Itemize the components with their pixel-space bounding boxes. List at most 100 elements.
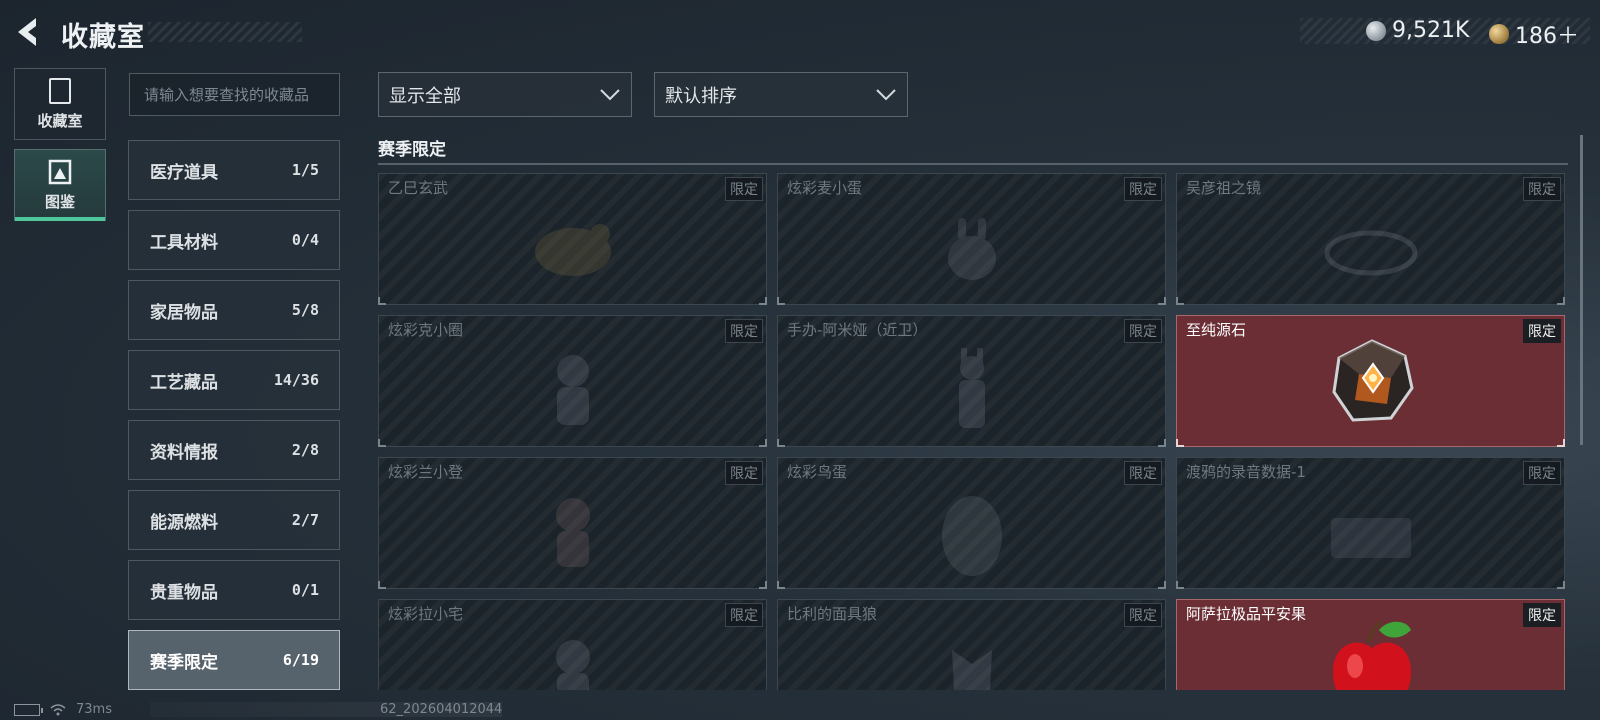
egg-icon [941, 496, 1002, 577]
mirror-icon [1324, 230, 1417, 276]
limited-badge: 限定 [1124, 461, 1162, 485]
rail-tab-label: 图鉴 [44, 192, 75, 211]
page-title: 收藏室 [61, 22, 145, 53]
category-count: 0/4 [291, 231, 319, 249]
silver-coin-icon [1366, 20, 1386, 41]
limited-badge: 限定 [1523, 177, 1561, 201]
apple-icon [1333, 620, 1411, 690]
category-tools[interactable]: 工具材料 0/4 [128, 210, 340, 270]
category-count: 14/36 [273, 371, 319, 389]
item-name: 炫彩拉小宅 [388, 605, 464, 623]
rail-tab-label: 收藏室 [37, 111, 83, 130]
silver-currency: 9,521K [1366, 18, 1469, 43]
figurine-icon [958, 348, 985, 429]
section-divider [378, 163, 1568, 165]
wolf-mask-icon [951, 650, 992, 690]
item-card[interactable]: 比利的面具狼 限定 [777, 599, 1166, 690]
search-input[interactable] [129, 73, 340, 116]
category-medical[interactable]: 医疗道具 1/5 [128, 140, 340, 200]
category-name: 医疗道具 [150, 162, 218, 183]
scrollbar[interactable] [1580, 135, 1583, 445]
category-name: 工具材料 [150, 232, 218, 253]
codex-icon [48, 159, 72, 184]
figure-icon [555, 498, 590, 568]
filter-value: 显示全部 [389, 85, 461, 107]
item-name: 阿萨拉极品平安果 [1186, 605, 1307, 623]
category-count: 0/1 [291, 581, 319, 599]
turtle-figure-icon [534, 224, 611, 277]
item-name: 渡鸦的录音数据-1 [1186, 463, 1306, 481]
back-icon[interactable] [14, 16, 46, 48]
category-intel[interactable]: 资料情报 2/8 [128, 420, 340, 480]
item-name: 炫彩克小圈 [388, 321, 464, 339]
category-season-limited[interactable]: 赛季限定 6/19 [128, 630, 340, 690]
limited-badge: 限定 [1124, 603, 1162, 627]
item-name: 炫彩麦小蛋 [787, 179, 863, 197]
item-name: 乙巳玄武 [388, 179, 449, 197]
filter-dropdown[interactable]: 显示全部 [378, 72, 632, 117]
bunny-figure-icon [947, 218, 996, 281]
item-name: 比利的面具狼 [787, 605, 878, 623]
item-name: 手办-阿米娅（近卫） [787, 321, 928, 339]
category-count: 6/19 [282, 651, 319, 669]
limited-badge: 限定 [1523, 319, 1561, 343]
category-name: 贵重物品 [150, 582, 218, 603]
limited-badge: 限定 [1124, 177, 1162, 201]
limited-badge: 限定 [1124, 319, 1162, 343]
category-name: 能源燃料 [150, 512, 218, 533]
chevron-down-icon [876, 88, 896, 100]
status-bar: 73ms [14, 702, 112, 717]
category-household[interactable]: 家居物品 5/8 [128, 280, 340, 340]
sort-dropdown[interactable]: 默认排序 [654, 72, 908, 117]
silver-amount: 9,521K [1392, 18, 1470, 43]
item-card[interactable]: 炫彩拉小宅 限定 [378, 599, 767, 690]
limited-badge: 限定 [725, 177, 763, 201]
rail-tab-codex[interactable]: 图鉴 [14, 149, 106, 221]
item-card[interactable]: 渡鸦的录音数据-1 限定 [1176, 457, 1565, 589]
ping-value: 73ms [76, 702, 112, 717]
sort-value: 默认排序 [665, 85, 737, 107]
category-name: 工艺藏品 [150, 372, 218, 393]
category-valuables[interactable]: 贵重物品 0/1 [128, 560, 340, 620]
item-card[interactable]: 炫彩兰小登 限定 [378, 457, 767, 589]
chevron-down-icon [600, 88, 620, 100]
item-name: 吴彦祖之镜 [1186, 179, 1262, 197]
gold-amount[interactable]: 186＋ [1515, 18, 1579, 50]
category-crafts[interactable]: 工艺藏品 14/36 [128, 350, 340, 410]
item-name: 炫彩鸟蛋 [787, 463, 848, 481]
item-grid[interactable]: 乙巳玄武 限定 炫彩麦小蛋 限定 吴彦祖之镜 限定 炫彩克小圈 限定 手办-阿米… [378, 173, 1568, 690]
originium-crystal-icon [1332, 339, 1414, 422]
item-card[interactable]: 手办-阿米娅（近卫） 限定 [777, 315, 1166, 447]
item-card[interactable]: 吴彦祖之镜 限定 [1176, 173, 1565, 305]
category-count: 5/8 [291, 301, 319, 319]
trophy-case-icon [49, 77, 71, 104]
item-name: 至纯源石 [1186, 321, 1247, 339]
item-card[interactable]: 炫彩麦小蛋 限定 [777, 173, 1166, 305]
wifi-icon [50, 703, 66, 715]
item-card[interactable]: 炫彩鸟蛋 限定 [777, 457, 1166, 589]
limited-badge: 限定 [725, 319, 763, 343]
limited-badge: 限定 [1523, 461, 1561, 485]
recorder-icon [1330, 518, 1411, 559]
category-name: 家居物品 [150, 302, 218, 323]
category-count: 2/7 [291, 511, 319, 529]
limited-badge: 限定 [725, 461, 763, 485]
item-card-owned[interactable]: 阿萨拉极品平安果 限定 [1176, 599, 1565, 690]
category-name: 赛季限定 [150, 652, 218, 673]
battery-icon [14, 703, 43, 716]
category-count: 1/5 [291, 161, 319, 179]
item-card[interactable]: 乙巳玄武 限定 [378, 173, 767, 305]
figure-icon [556, 355, 589, 426]
category-energy[interactable]: 能源燃料 2/7 [128, 490, 340, 550]
limited-badge: 限定 [725, 603, 763, 627]
gold-currency[interactable]: 186＋ [1489, 18, 1579, 50]
figure-icon [555, 640, 590, 690]
category-name: 资料情报 [150, 442, 218, 463]
title-decoration [148, 22, 302, 42]
item-card-owned[interactable]: 至纯源石 限定 [1176, 315, 1565, 447]
section-title: 赛季限定 [378, 140, 446, 160]
item-card[interactable]: 炫彩克小圈 限定 [378, 315, 767, 447]
limited-badge: 限定 [1523, 603, 1561, 627]
rail-tab-collection-room[interactable]: 收藏室 [14, 68, 106, 140]
build-version: 62_202604012044 [150, 702, 503, 717]
